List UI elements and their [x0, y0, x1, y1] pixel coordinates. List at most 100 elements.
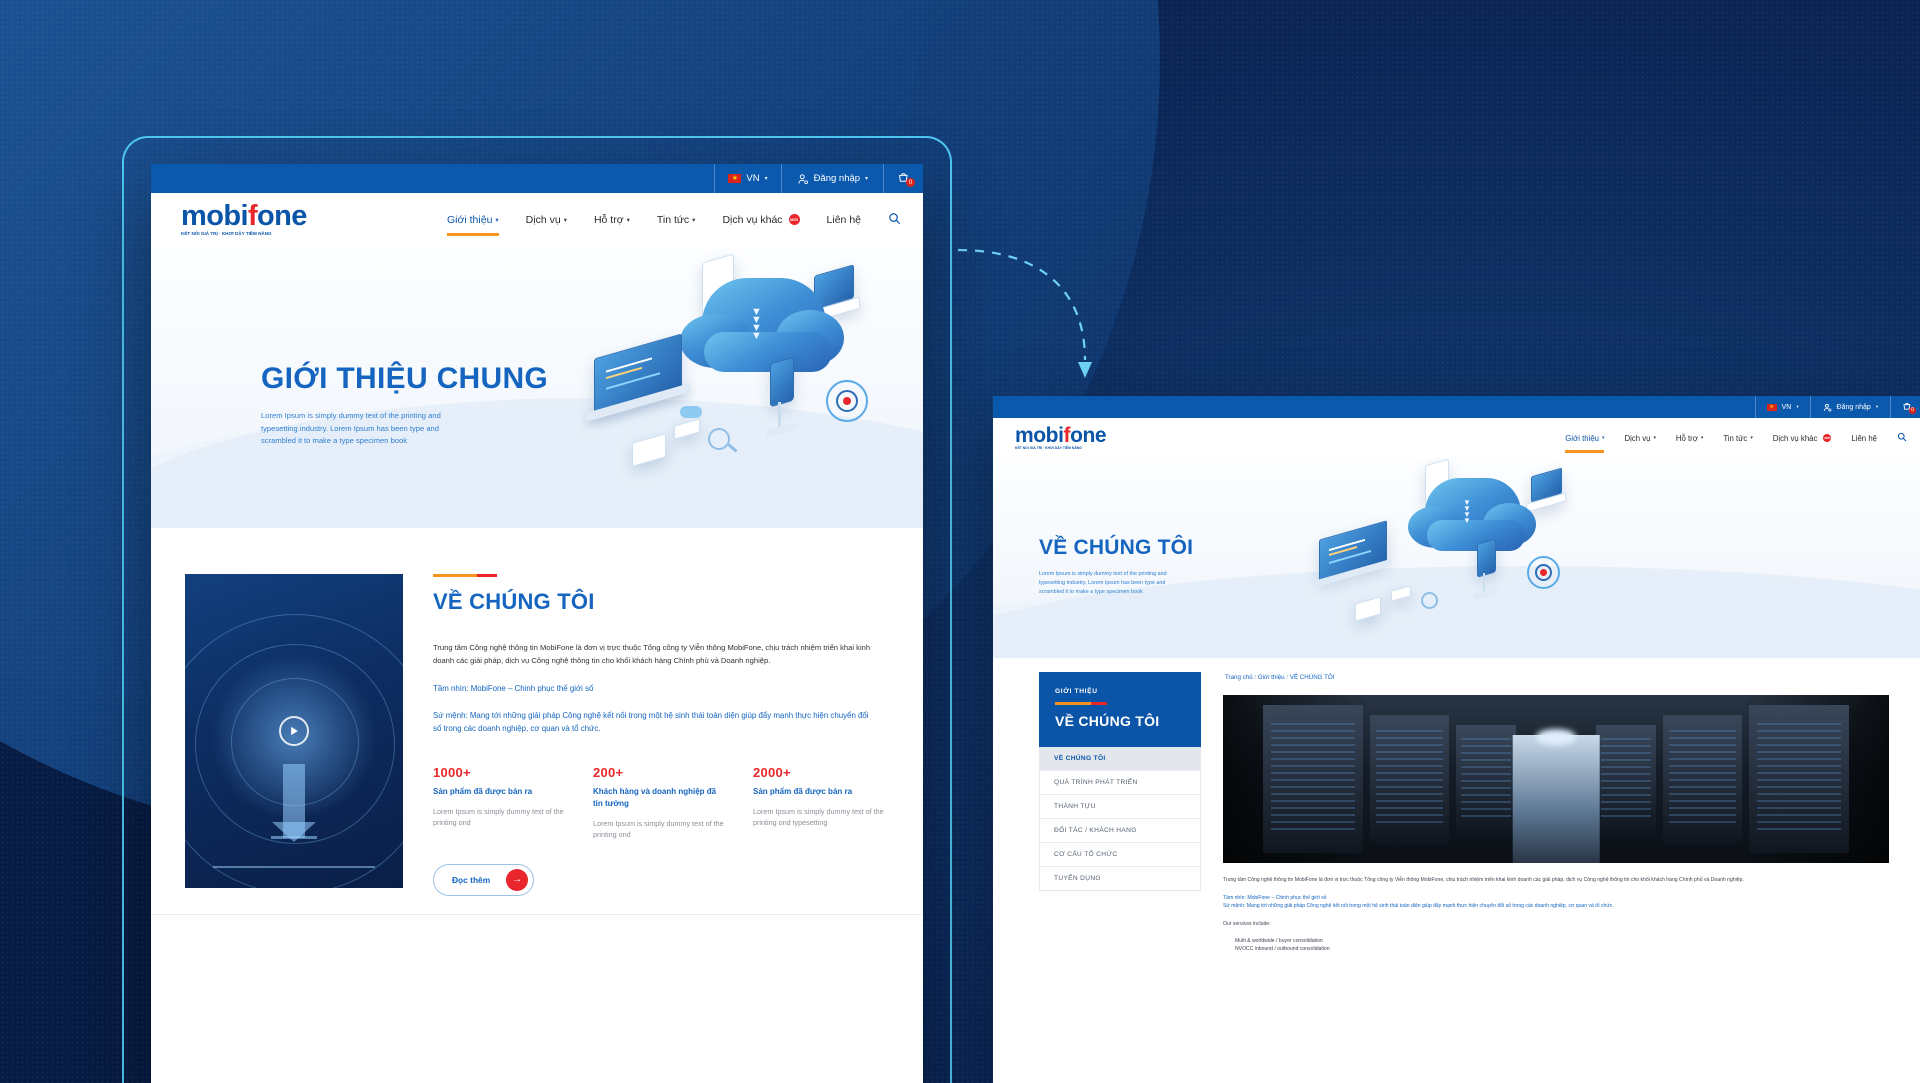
about-vision: Tầm nhìn: MobiFone – Chinh phục thế giới…	[433, 684, 594, 694]
sidebar-rule	[1055, 702, 1107, 705]
breadcrumb-section[interactable]: Giới thiệu	[1258, 674, 1285, 681]
user-icon	[798, 173, 808, 184]
sidebar-item-label: VỀ CHÚNG TÔI	[1054, 755, 1106, 762]
about-mission: Sứ mệnh: Mang tới những giải pháp Công n…	[433, 710, 869, 733]
cart-button[interactable]: 0	[883, 164, 923, 193]
logo[interactable]: mobifone KẾT NỐI GIÁ TRỊ · KHƠI DẬY TIỀM…	[181, 200, 307, 236]
nav-label: Tin tức	[1723, 433, 1748, 443]
search-button[interactable]	[888, 212, 901, 228]
chevron-down-icon: ▾	[1602, 435, 1605, 441]
sidebar-header: GIỚI THIỆU VỀ CHÚNG TÔI	[1039, 672, 1201, 747]
stat-label: Sản phẩm đã được bán ra	[753, 787, 853, 797]
language-switcher[interactable]: ★ VN ▾	[714, 164, 780, 193]
hero-subtitle-line-1: Lorem Ipsum is simply dummy text of the …	[1039, 571, 1167, 577]
nav-item-dich-vu-khac[interactable]: Dịch vụ khác MỚI	[1773, 434, 1832, 443]
main-navigation-2: Giới thiệu ▾ Dịch vụ ▾ Hỗ trợ ▾ Tin tức …	[1565, 432, 1907, 453]
nav-item-dich-vu[interactable]: Dịch vụ ▾	[1624, 434, 1655, 443]
about-content-text: Trung tâm Công nghệ thông tin MobiFone l…	[1223, 876, 1889, 954]
nav-item-lien-he[interactable]: Liên hệ	[827, 214, 861, 226]
search-button-2[interactable]	[1897, 432, 1907, 444]
device-mockup-large: ★ VN ▾ Đăng nhập ▾ 0 mobifone KẾT NỐI GI…	[122, 136, 952, 1083]
nav-label: Hỗ trợ	[1675, 433, 1698, 443]
stat-text: Lorem Ipsum is simply dummy text of the …	[593, 818, 724, 839]
nav-label: Giới thiệu	[1565, 433, 1599, 443]
logo-2[interactable]: mobifone KẾT NỐI GIÁ TRỊ · KHƠI DẬY TIỀM…	[1015, 423, 1107, 450]
section-rule	[433, 574, 497, 577]
stat-label: Sản phẩm đã được bán ra	[433, 787, 533, 797]
about-page-body: GIỚI THIỆU VỀ CHÚNG TÔI VỀ CHÚNG TÔI QUÁ…	[993, 658, 1920, 954]
category-sidebar: GIỚI THIỆU VỀ CHÚNG TÔI VỀ CHÚNG TÔI QUÁ…	[1039, 672, 1201, 954]
hero-section-2: ▼ ▼ ▼ ▼ VỀ CHÚNG TÔI Lorem Ipsum is simply …	[993, 458, 1920, 658]
play-icon[interactable]	[279, 716, 309, 746]
utility-topbar: ★ VN ▾ Đăng nhập ▾ 0	[151, 164, 923, 193]
logo-part-mobi: mobi	[1015, 423, 1064, 447]
nav-item-lien-he[interactable]: Liên hệ	[1851, 434, 1877, 443]
nav-label: Dịch vụ	[525, 213, 561, 226]
breadcrumb-separator: /	[1286, 674, 1289, 681]
about-paragraph: Trung tâm Công nghệ thông tin MobiFone l…	[433, 643, 871, 666]
about-video-thumbnail[interactable]	[185, 574, 403, 888]
logo-part-one: one	[1070, 423, 1107, 447]
about-section: VỀ CHÚNG TÔI Trung tâm Công nghệ thông t…	[151, 528, 923, 896]
about-page-main: Trang chủ / Giới thiệu / VỀ CHÚNG TÔI Tr…	[1223, 672, 1889, 954]
stat-card: 200+ Khách hàng và doanh nghiệp đã tin t…	[593, 765, 725, 840]
nav-item-dich-vu-khac[interactable]: Dịch vụ khác MỚI	[722, 214, 800, 226]
read-more-button[interactable]: Đọc thêm →	[433, 863, 535, 896]
login-label: Đăng nhập	[813, 173, 861, 184]
hero-title: GIỚI THIỆU CHUNG	[261, 362, 549, 395]
nav-item-gioi-thieu[interactable]: Giới thiệu ▾	[1565, 433, 1605, 453]
chevron-down-icon: ▾	[692, 216, 696, 224]
logo-tagline: KẾT NỐI GIÁ TRỊ · KHƠI DẬY TIỀM NĂNG	[181, 230, 272, 236]
download-arrows-icon: ▼ ▼ ▼ ▼	[751, 306, 762, 342]
stat-text: Lorem Ipsum is simply dummy text of the …	[753, 807, 884, 828]
nav-item-ho-tro[interactable]: Hỗ trợ ▾	[594, 214, 630, 226]
breadcrumb-home[interactable]: Trang chủ	[1225, 674, 1253, 681]
about-stats: 1000+ Sản phẩm đã được bán ra Lorem Ipsu…	[433, 765, 889, 840]
main-navigation: Giới thiệu ▾ Dịch vụ ▾ Hỗ trợ ▾ Tin tức …	[447, 212, 901, 236]
user-icon	[1823, 403, 1831, 411]
language-switcher-2[interactable]: ★ VN ▾	[1754, 396, 1810, 418]
hero-subtitle: Lorem Ipsum is simply dummy text of the …	[261, 410, 923, 448]
stat-label: Khách hàng và doanh nghiệp đã tin tưởng	[593, 787, 717, 808]
sidebar-item-thanh-tuu[interactable]: THÀNH TỰU	[1040, 795, 1200, 819]
read-more-label: Đọc thêm	[452, 874, 491, 885]
sidebar-item-ve-chung-toi[interactable]: VỀ CHÚNG TÔI	[1040, 747, 1200, 771]
sidebar-item-co-cau-to-chuc[interactable]: CƠ CẤU TỔ CHỨC	[1040, 843, 1200, 867]
nav-item-tin-tuc[interactable]: Tin tức ▾	[1723, 434, 1752, 443]
nav-item-gioi-thieu[interactable]: Giới thiệu ▾	[447, 214, 499, 236]
sidebar-item-tuyen-dung[interactable]: TUYỂN DỤNG	[1040, 867, 1200, 890]
login-button[interactable]: Đăng nhập ▾	[780, 164, 883, 193]
logo-part-one: one	[257, 200, 307, 233]
nav-item-ho-tro[interactable]: Hỗ trợ ▾	[1676, 434, 1703, 443]
new-badge: MỚI	[1823, 434, 1832, 442]
sidebar-item-label: CƠ CẤU TỔ CHỨC	[1054, 851, 1118, 858]
cart-button-2[interactable]: 0	[1890, 396, 1920, 418]
cart-count-badge: 0	[906, 178, 915, 187]
vietnam-flag-icon: ★	[1766, 403, 1777, 411]
hero-subtitle-line-1: Lorem Ipsum is simply dummy text of the …	[261, 411, 441, 420]
sidebar-item-label: TUYỂN DỤNG	[1054, 875, 1101, 882]
chevron-down-icon: ▾	[1875, 404, 1878, 409]
nav-item-dich-vu[interactable]: Dịch vụ ▾	[526, 214, 567, 226]
language-label: VN	[1781, 403, 1792, 411]
stat-text: Lorem Ipsum is simply dummy text of the …	[433, 807, 564, 828]
chevron-down-icon: ▾	[865, 175, 868, 182]
sidebar-item-qua-trinh-phat-trien[interactable]: QUÁ TRÌNH PHÁT TRIỂN	[1040, 771, 1200, 795]
nav-item-tin-tuc[interactable]: Tin tức ▾	[657, 214, 696, 226]
nav-label: Dịch vụ khác	[1772, 433, 1818, 443]
utility-topbar-2: ★ VN ▾ Đăng nhập ▾ 0	[993, 396, 1920, 418]
login-button-2[interactable]: Đăng nhập ▾	[1809, 396, 1890, 418]
hero-subtitle-2: Lorem Ipsum is simply dummy text of the …	[1039, 570, 1920, 598]
about-content: VỀ CHÚNG TÔI Trung tâm Công nghệ thông t…	[433, 574, 889, 896]
nav-label: Tin tức	[656, 213, 690, 226]
sidebar-menu: VỀ CHÚNG TÔI QUÁ TRÌNH PHÁT TRIỂN THÀNH …	[1039, 747, 1201, 891]
vietnam-flag-icon: ★	[728, 174, 742, 183]
content-services-label: Our services include:	[1223, 920, 1271, 927]
browser-screen-home: ★ VN ▾ Đăng nhập ▾ 0 mobifone KẾT NỐI GI…	[151, 164, 923, 1083]
sidebar-item-doi-tac-khach-hang[interactable]: ĐỐI TÁC / KHÁCH HANG	[1040, 819, 1200, 843]
hero-subtitle-line-3: scrambled it to make a type specimen boo…	[1039, 589, 1143, 596]
sidebar-title: VỀ CHÚNG TÔI	[1055, 713, 1160, 729]
chevron-down-icon: ▾	[626, 216, 630, 224]
sidebar-item-label: THÀNH TỰU	[1054, 803, 1096, 810]
connector-arrow	[950, 232, 1140, 392]
